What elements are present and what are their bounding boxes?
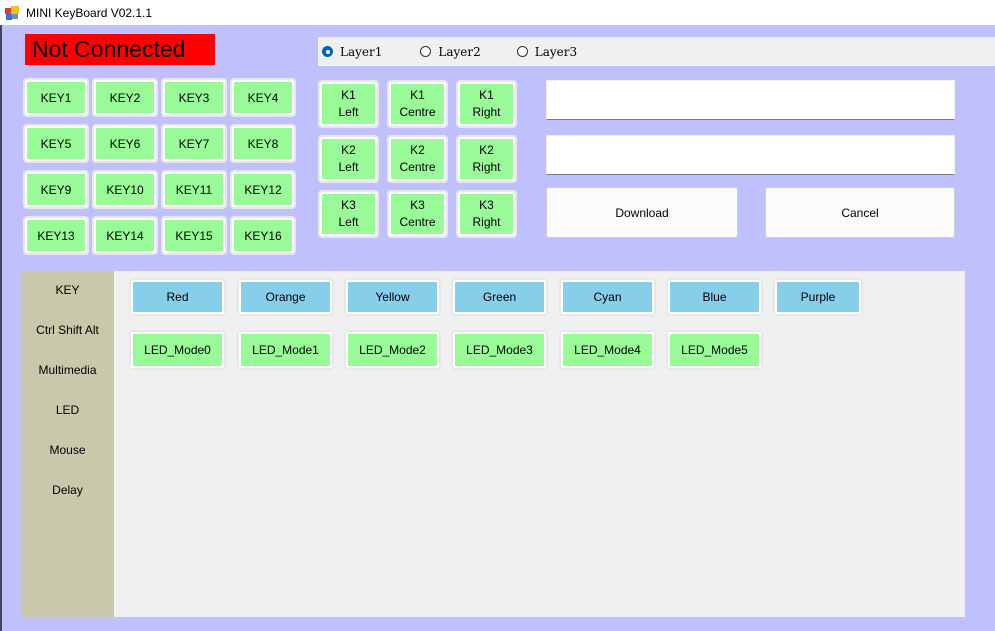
nav-item-ctrl-shift-alt[interactable]: Ctrl Shift Alt	[21, 323, 114, 337]
color-green-button[interactable]: Green	[451, 278, 548, 316]
key8-button[interactable]: KEY8	[230, 124, 296, 163]
key4-button[interactable]: KEY4	[230, 78, 296, 117]
key-binding-input-1[interactable]	[546, 80, 955, 120]
knob-action: Centre	[399, 215, 436, 229]
function-panel: KEY Ctrl Shift Alt Multimedia LED Mouse …	[21, 271, 965, 617]
color-blue-button[interactable]: Blue	[666, 278, 763, 316]
knob-action: Right	[472, 105, 501, 119]
key15-button[interactable]: KEY15	[161, 216, 227, 255]
color-cyan-button[interactable]: Cyan	[559, 278, 656, 316]
knob-label: K1	[410, 88, 425, 102]
key10-button[interactable]: KEY10	[92, 170, 158, 209]
key2-button[interactable]: KEY2	[92, 78, 158, 117]
layer1-label: Layer1	[340, 44, 383, 59]
led-mode2-button[interactable]: LED_Mode2	[344, 330, 441, 370]
nav-item-multimedia[interactable]: Multimedia	[21, 363, 114, 377]
led-mode5-button[interactable]: LED_Mode5	[666, 330, 763, 370]
key9-button[interactable]: KEY9	[23, 170, 89, 209]
key5-button[interactable]: KEY5	[23, 124, 89, 163]
key1-button[interactable]: KEY1	[23, 78, 89, 117]
nav-item-delay[interactable]: Delay	[21, 483, 114, 497]
radio-unchecked-icon	[516, 46, 528, 57]
key-binding-input-2[interactable]	[546, 135, 955, 175]
app-window-icon	[5, 5, 19, 20]
radio-checked-icon	[322, 46, 333, 57]
knob-label: K1	[341, 88, 356, 102]
k1-right-button[interactable]: K1 Right	[456, 80, 517, 128]
key6-button[interactable]: KEY6	[92, 124, 158, 163]
color-orange-button[interactable]: Orange	[237, 278, 334, 316]
knob-action: Centre	[399, 105, 436, 119]
knob-action: Right	[472, 160, 501, 174]
download-button[interactable]: Download	[546, 187, 738, 238]
knob-label: K3	[410, 198, 425, 212]
knob-label: K2	[410, 143, 425, 157]
knob-action: Left	[338, 105, 359, 119]
led-mode4-button[interactable]: LED_Mode4	[559, 330, 656, 370]
k2-centre-button[interactable]: K2 Centre	[387, 135, 448, 183]
k2-right-button[interactable]: K2 Right	[456, 135, 517, 183]
knob-action: Left	[338, 160, 359, 174]
k3-centre-button[interactable]: K3 Centre	[387, 190, 448, 238]
k3-right-button[interactable]: K3 Right	[456, 190, 517, 238]
knob-label: K1	[479, 88, 494, 102]
key12-button[interactable]: KEY12	[230, 170, 296, 209]
knob-label: K2	[341, 143, 356, 157]
k1-centre-button[interactable]: K1 Centre	[387, 80, 448, 128]
led-mode1-button[interactable]: LED_Mode1	[237, 330, 334, 370]
window-border	[0, 25, 2, 631]
key14-button[interactable]: KEY14	[92, 216, 158, 255]
layer-selector: Layer1 Layer2 Layer3	[318, 37, 995, 66]
key7-button[interactable]: KEY7	[161, 124, 227, 163]
layer1-radio[interactable]: Layer1	[322, 45, 382, 59]
color-yellow-button[interactable]: Yellow	[344, 278, 441, 316]
knob-label: K2	[479, 143, 494, 157]
knob-action: Centre	[399, 160, 436, 174]
knob-action: Left	[338, 215, 359, 229]
title-bar: MINI KeyBoard V02.1.1	[0, 0, 995, 25]
led-mode0-button[interactable]: LED_Mode0	[129, 330, 226, 370]
nav-item-key[interactable]: KEY	[21, 283, 114, 297]
key3-button[interactable]: KEY3	[161, 78, 227, 117]
color-red-button[interactable]: Red	[129, 278, 226, 316]
key16-button[interactable]: KEY16	[230, 216, 296, 255]
layer3-radio[interactable]: Layer3	[516, 44, 578, 59]
knob-label: K3	[479, 198, 494, 212]
radio-unchecked-icon	[420, 46, 432, 57]
nav-item-mouse[interactable]: Mouse	[21, 443, 114, 457]
knob-label: K3	[341, 198, 356, 212]
key11-button[interactable]: KEY11	[161, 170, 227, 209]
color-purple-button[interactable]: Purple	[773, 278, 863, 316]
cancel-button[interactable]: Cancel	[765, 187, 955, 238]
knob-action: Right	[472, 215, 501, 229]
layer2-label: Layer2	[438, 44, 481, 59]
k3-left-button[interactable]: K3 Left	[318, 190, 379, 238]
nav-item-led[interactable]: LED	[21, 403, 114, 417]
k2-left-button[interactable]: K2 Left	[318, 135, 379, 183]
category-nav: KEY Ctrl Shift Alt Multimedia LED Mouse …	[21, 271, 114, 617]
key13-button[interactable]: KEY13	[23, 216, 89, 255]
led-mode3-button[interactable]: LED_Mode3	[451, 330, 548, 370]
layer2-radio[interactable]: Layer2	[420, 44, 481, 59]
k1-left-button[interactable]: K1 Left	[318, 80, 379, 128]
connection-status: Not Connected	[25, 34, 215, 65]
window-title: MINI KeyBoard V02.1.1	[26, 5, 153, 20]
layer3-label: Layer3	[534, 44, 578, 59]
